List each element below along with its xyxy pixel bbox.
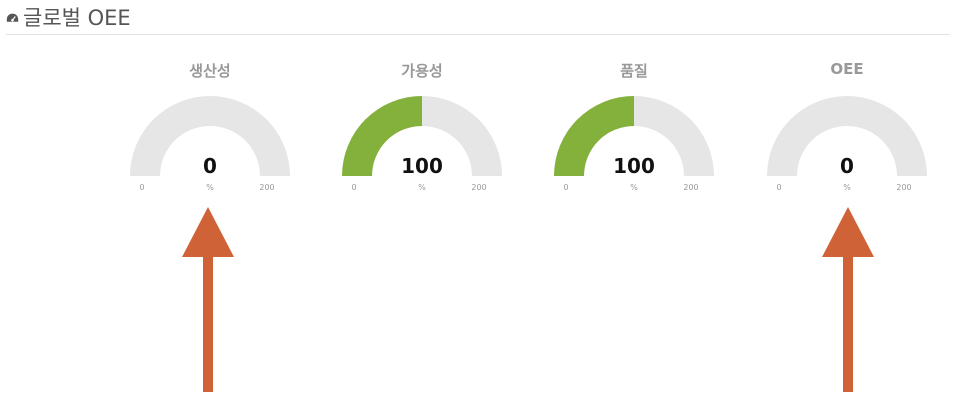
gauge-unit: % — [418, 183, 426, 192]
gauge-productivity: 생산성 0 0 % 200 — [125, 60, 295, 200]
gauge-availability: 가용성 100 0 % 200 — [337, 60, 507, 200]
page-header: 글로벌 OEE — [6, 0, 950, 35]
gauge-max: 200 — [683, 183, 699, 192]
gauge-min: 0 — [139, 183, 145, 192]
gauge-quality: 품질 100 0 % 200 — [549, 60, 719, 200]
gauge-min: 0 — [351, 183, 357, 192]
gauge-label: OEE — [830, 60, 864, 78]
dashboard-icon — [6, 13, 19, 22]
annotation-arrow-right — [822, 207, 874, 392]
gauge-unit: % — [206, 183, 214, 192]
gauge-unit: % — [630, 183, 638, 192]
annotation-arrow-left — [182, 207, 234, 392]
gauge-value: 0 — [840, 154, 854, 178]
gauge-unit: % — [843, 183, 851, 192]
gauge-value: 100 — [613, 154, 655, 178]
gauge-label: 생산성 — [189, 62, 231, 80]
gauge-value: 100 — [401, 154, 443, 178]
page-title: 글로벌 OEE — [23, 6, 131, 30]
gauge-value: 0 — [203, 154, 217, 178]
gauge-max: 200 — [471, 183, 487, 192]
gauge-label: 가용성 — [401, 62, 443, 80]
gauge-min: 0 — [563, 183, 569, 192]
gauge-label: 품질 — [620, 62, 648, 80]
gauge-min: 0 — [776, 183, 782, 192]
gauge-max: 200 — [896, 183, 912, 192]
gauge-max: 200 — [259, 183, 275, 192]
gauge-oee: OEE 0 0 % 200 — [762, 60, 932, 200]
